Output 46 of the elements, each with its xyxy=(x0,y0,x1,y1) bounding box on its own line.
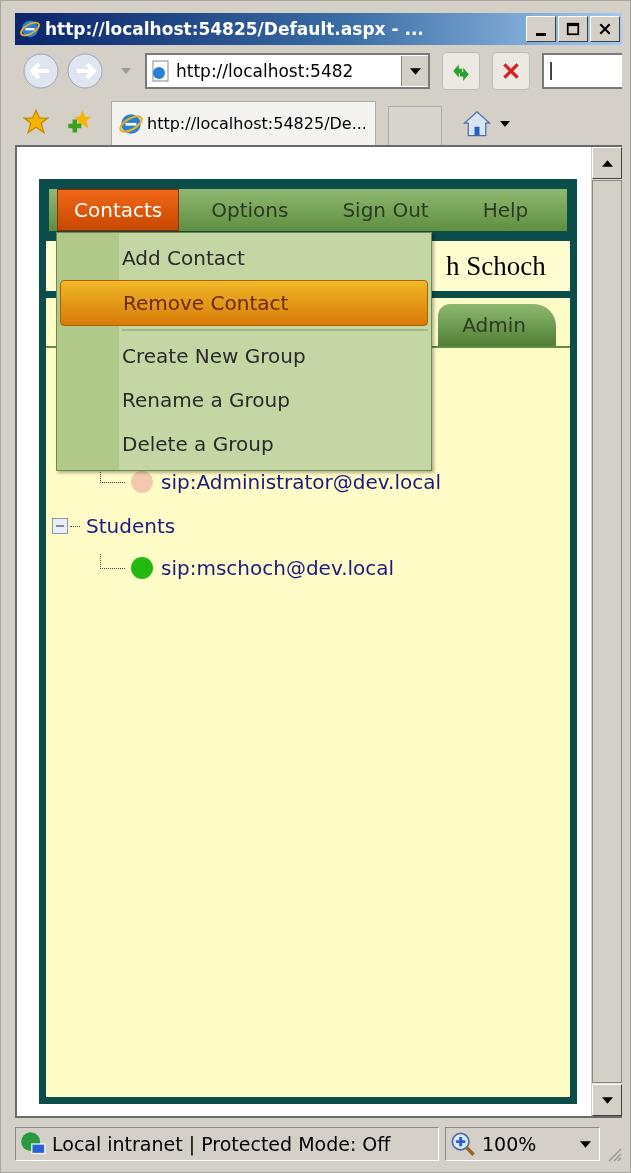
menu-option[interactable]: Rename a Group xyxy=(60,378,428,422)
group-label[interactable]: Students xyxy=(86,514,176,538)
up-arrow-icon[interactable] xyxy=(601,159,613,167)
dropdown-arrow-icon[interactable] xyxy=(409,67,421,75)
search-field[interactable]: | xyxy=(542,53,622,89)
zoom-text: 100% xyxy=(482,1133,537,1155)
home-icon[interactable] xyxy=(461,109,492,137)
scrollbar[interactable] xyxy=(591,147,622,1116)
globe-computer-icon xyxy=(20,1131,46,1157)
browser-tab[interactable]: http://localhost:54825/De... xyxy=(111,101,376,145)
maximize-button[interactable] xyxy=(558,16,588,42)
close-button[interactable] xyxy=(590,16,620,42)
menu-option[interactable]: Add Contact xyxy=(60,236,428,280)
address-field[interactable]: http://localhost:5482 xyxy=(145,53,430,89)
menu-option[interactable]: Remove Contact xyxy=(60,280,428,326)
user-name: h Schoch xyxy=(446,250,546,282)
menu-item[interactable]: Options xyxy=(199,189,301,231)
dropdown-arrow-icon[interactable] xyxy=(580,1140,591,1148)
window-title: http://localhost:54825/Default.aspx - ... xyxy=(45,19,425,39)
globe-e-icon xyxy=(19,18,41,40)
menu-item[interactable]: Help xyxy=(470,189,541,231)
menu-option[interactable]: Create New Group xyxy=(60,334,428,378)
resize-grip-icon[interactable] xyxy=(606,1146,622,1162)
contact-label[interactable]: sip:mschoch@dev.local xyxy=(161,556,395,580)
zone-text: Local intranet | Protected Mode: Off xyxy=(52,1133,391,1155)
down-arrow-icon[interactable] xyxy=(601,1096,613,1104)
page-icon xyxy=(150,60,170,82)
minimize-button[interactable] xyxy=(526,16,556,42)
star-plus-icon[interactable] xyxy=(67,109,93,135)
refresh-button[interactable] xyxy=(442,52,480,90)
menu-item[interactable]: Contacts xyxy=(57,189,180,231)
zoom-control[interactable]: 100% xyxy=(445,1127,600,1161)
dropdown-arrow-icon[interactable] xyxy=(499,121,510,127)
contact-label[interactable]: sip:Administrator@dev.local xyxy=(161,470,441,494)
stop-button[interactable] xyxy=(492,52,530,90)
tab[interactable]: Admin xyxy=(438,304,556,346)
minimize-icon xyxy=(536,33,546,36)
menu-option[interactable]: Delete a Group xyxy=(60,422,428,466)
maximize-icon xyxy=(566,22,580,36)
menu-item[interactable]: Sign Out xyxy=(330,189,441,231)
status-zone[interactable]: Local intranet | Protected Mode: Off xyxy=(15,1127,439,1161)
close-icon xyxy=(598,22,612,36)
magnifier-icon xyxy=(450,1131,476,1157)
close-icon xyxy=(500,60,522,82)
collapse-icon[interactable] xyxy=(52,518,68,534)
star-icon[interactable] xyxy=(23,109,49,135)
